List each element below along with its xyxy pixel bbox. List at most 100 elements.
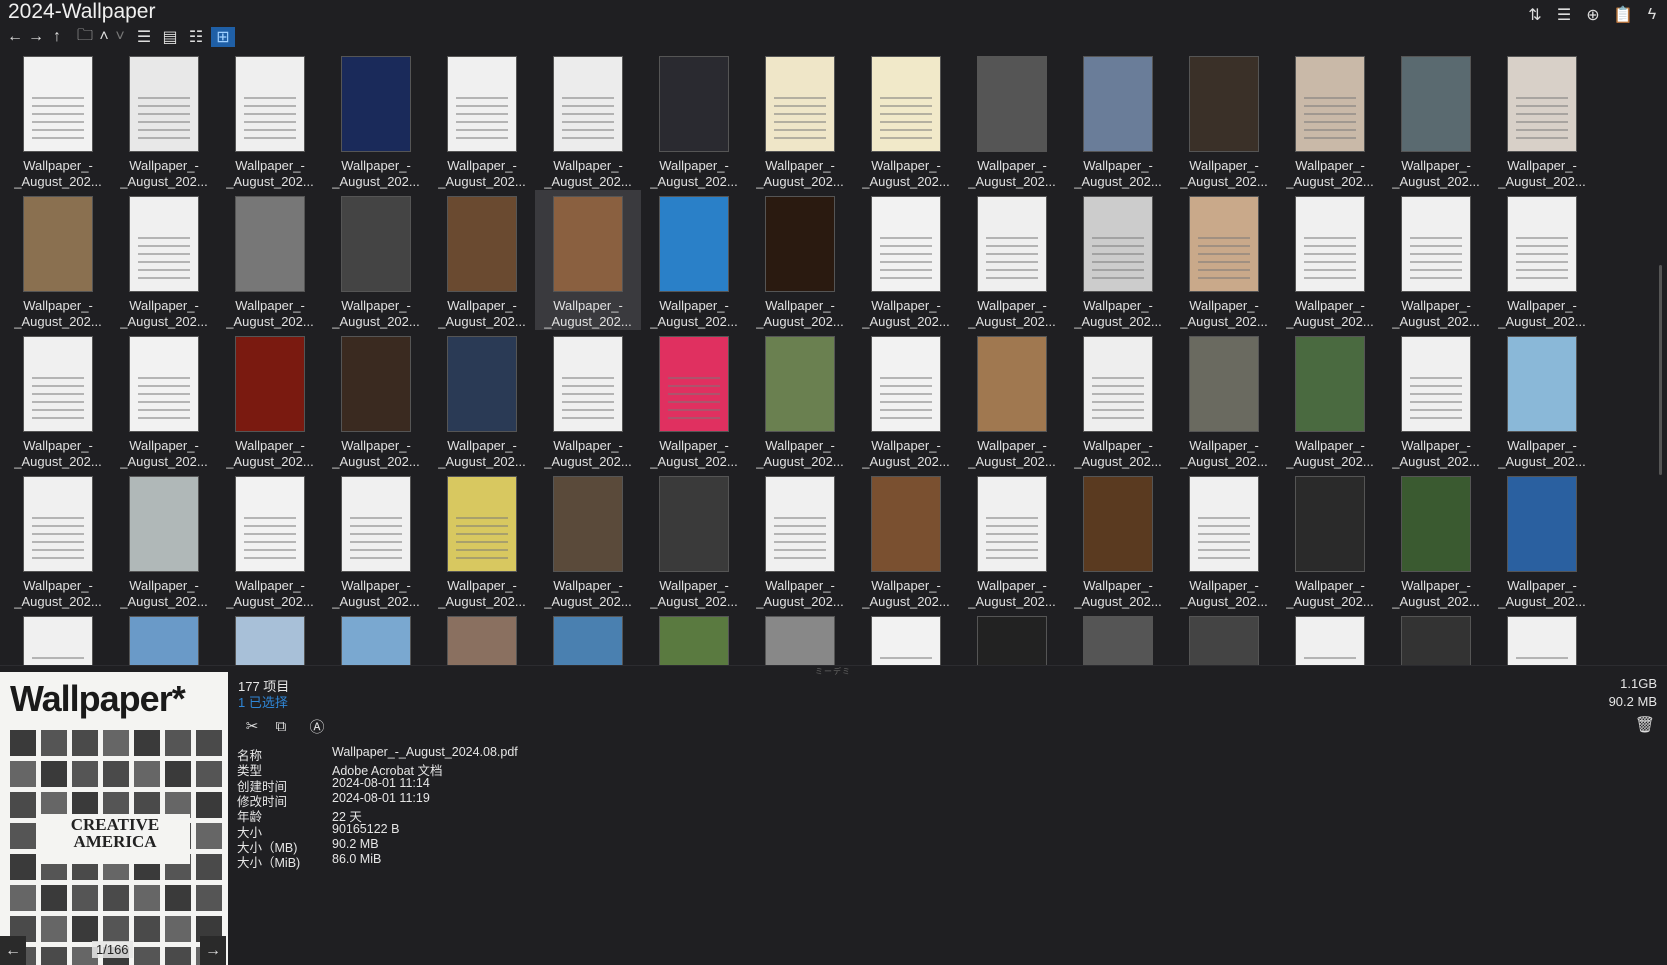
add-icon[interactable]: ⊕ — [1581, 3, 1605, 27]
sort-icon[interactable]: ⇅ — [1523, 3, 1547, 27]
thumbnail-item[interactable]: Wallpaper_-_August_202... — [535, 610, 641, 665]
folder-icon[interactable]: 🗀 — [75, 27, 95, 47]
thumbnail-item[interactable]: Wallpaper_-_August_202... — [5, 330, 111, 470]
preview-next-page-button[interactable]: → — [200, 936, 226, 965]
thumbnail-item[interactable]: Wallpaper_-_August_202... — [1065, 330, 1171, 470]
thumbnail-item[interactable]: Wallpaper_-_August_202... — [1065, 50, 1171, 190]
thumbnail-item[interactable]: Wallpaper_-_August_202... — [535, 470, 641, 610]
thumbnail-item[interactable]: Wallpaper_-_August_202... — [5, 50, 111, 190]
thumbnail-item[interactable]: Wallpaper_-_August_202... — [1065, 190, 1171, 330]
preview-prev-page-button[interactable]: ← — [0, 936, 26, 965]
up-button[interactable]: ↑ — [47, 27, 67, 47]
thumbnail-item[interactable]: Wallpaper_-_August_202... — [641, 190, 747, 330]
thumbnail-item[interactable]: Wallpaper_-_August_202... — [429, 470, 535, 610]
pdf-thumbnail — [1295, 476, 1365, 572]
view-list-button[interactable]: ☷ — [186, 27, 206, 47]
thumbnail-item[interactable]: Wallpaper_-_August_202... — [853, 330, 959, 470]
scrollbar-thumb[interactable] — [1659, 265, 1662, 475]
thumbnail-item[interactable]: Wallpaper_-_August_202... — [1383, 50, 1489, 190]
thumbnail-item[interactable]: Wallpaper_-_August_202... — [959, 470, 1065, 610]
thumbnail-item[interactable]: Wallpaper_-_August_202... — [853, 610, 959, 665]
thumbnail-item[interactable]: Wallpaper_-_August_202... — [217, 470, 323, 610]
thumbnail-item[interactable]: Wallpaper_-_August_202... — [747, 610, 853, 665]
copy-icon[interactable]: ⧉ — [269, 715, 293, 737]
thumbnail-item[interactable]: Wallpaper_-_August_202... — [1383, 610, 1489, 665]
thumbnail-item[interactable]: Wallpaper_-_August_202... — [641, 330, 747, 470]
clipboard-icon[interactable]: 📋 — [1611, 3, 1635, 27]
view-tiles-button[interactable]: ▤ — [160, 27, 180, 47]
back-button[interactable]: ← — [5, 27, 25, 47]
thumbnail-item[interactable]: Wallpaper_-_August_202... — [323, 50, 429, 190]
thumbnail-item[interactable]: Wallpaper_-_August_202... — [111, 610, 217, 665]
thumbnail-item[interactable]: Wallpaper_-_August_202... — [217, 330, 323, 470]
thumbnail-item[interactable]: Wallpaper_-_August_202... — [323, 330, 429, 470]
selected-count[interactable]: 1 已选择 — [238, 692, 288, 711]
thumbnail-item[interactable]: Wallpaper_-_August_202... — [1277, 470, 1383, 610]
pdf-thumbnail — [1083, 196, 1153, 292]
thumbnail-item[interactable]: Wallpaper_-_August_202... — [323, 470, 429, 610]
thumbnail-item[interactable]: Wallpaper_-_August_202... — [1171, 190, 1277, 330]
view-details-button[interactable]: ☰ — [134, 27, 154, 47]
view-thumbnails-button[interactable]: ⊞ — [211, 27, 235, 47]
vertical-scrollbar[interactable] — [1657, 55, 1665, 660]
thumbnail-item[interactable]: Wallpaper_-_August_202... — [429, 50, 535, 190]
thumbnail-item[interactable]: Wallpaper_-_August_202... — [1383, 470, 1489, 610]
thumbnail-item[interactable]: Wallpaper_-_August_202... — [5, 470, 111, 610]
thumbnail-item[interactable]: Wallpaper_-_August_202... — [1383, 330, 1489, 470]
thumbnail-item[interactable]: Wallpaper_-_August_202... — [959, 190, 1065, 330]
thumbnail-item[interactable]: Wallpaper_-_August_202... — [5, 610, 111, 665]
thumbnail-item[interactable]: Wallpaper_-_August_202... — [429, 610, 535, 665]
thumbnail-item[interactable]: Wallpaper_-_August_202... — [747, 190, 853, 330]
thumbnail-item[interactable]: Wallpaper_-_August_202... — [853, 190, 959, 330]
rename-icon[interactable]: Ⓐ — [305, 715, 329, 737]
thumbnail-item[interactable]: Wallpaper_-_August_202... — [1277, 50, 1383, 190]
thumbnail-item[interactable]: Wallpaper_-_August_202... — [747, 330, 853, 470]
thumbnail-item[interactable]: Wallpaper_-_August_202... — [429, 330, 535, 470]
thumbnail-item[interactable]: Wallpaper_-_August_202... — [641, 610, 747, 665]
thumbnail-item[interactable]: Wallpaper_-_August_202... — [959, 610, 1065, 665]
thumbnail-item[interactable]: Wallpaper_-_August_202... — [641, 470, 747, 610]
thumbnail-item[interactable]: Wallpaper_-_August_202... — [1171, 470, 1277, 610]
lightning-icon[interactable]: ϟ — [1640, 3, 1664, 27]
thumbnail-item[interactable]: Wallpaper_-_August_202... — [323, 610, 429, 665]
thumbnail-item[interactable]: Wallpaper_-_August_202... — [323, 190, 429, 330]
thumbnail-item[interactable]: Wallpaper_-_August_202... — [5, 190, 111, 330]
thumbnail-item[interactable]: Wallpaper_-_August_202... — [217, 50, 323, 190]
thumbnail-item[interactable]: Wallpaper_-_August_202... — [747, 50, 853, 190]
thumbnail-item[interactable]: Wallpaper_-_August_202... — [429, 190, 535, 330]
thumbnail-item[interactable]: Wallpaper_-_August_202... — [217, 190, 323, 330]
thumbnail-item[interactable]: Wallpaper_-_August_202... — [959, 330, 1065, 470]
thumbnail-item[interactable]: Wallpaper_-_August_202... — [1171, 330, 1277, 470]
thumbnail-item[interactable]: Wallpaper_-_August_202... — [1171, 610, 1277, 665]
thumbnail-item[interactable]: Wallpaper_-_August_202... — [217, 610, 323, 665]
thumbnail-item[interactable]: Wallpaper_-_August_202... — [853, 470, 959, 610]
thumbnail-item[interactable]: Wallpaper_-_August_202... — [111, 330, 217, 470]
thumbnail-item[interactable]: Wallpaper_-_August_202... — [1065, 470, 1171, 610]
thumbnail-item[interactable]: Wallpaper_-_August_202... — [1277, 330, 1383, 470]
list-icon[interactable]: ☰ — [1552, 3, 1576, 27]
thumbnail-item[interactable]: Wallpaper_-_August_202... — [853, 50, 959, 190]
thumbnail-item[interactable]: Wallpaper_-_August_202... — [111, 470, 217, 610]
thumbnail-item[interactable]: Wallpaper_-_August_202... — [1277, 190, 1383, 330]
thumbnail-item[interactable]: Wallpaper_-_August_202... — [1065, 610, 1171, 665]
trash-icon[interactable]: 🗑 — [1635, 715, 1655, 735]
thumbnail-item[interactable]: Wallpaper_-_August_202... — [535, 330, 641, 470]
thumbnail-item[interactable]: Wallpaper_-_August_202... — [111, 50, 217, 190]
thumbnail-item[interactable]: Wallpaper_-_August_202... — [1489, 330, 1595, 470]
thumbnail-item[interactable]: Wallpaper_-_August_202... — [959, 50, 1065, 190]
thumbnail-item[interactable]: Wallpaper_-_August_202... — [1489, 190, 1595, 330]
thumbnail-item[interactable]: Wallpaper_-_August_202... — [1489, 470, 1595, 610]
thumbnail-item[interactable]: Wallpaper_-_August_202... — [1489, 610, 1595, 665]
forward-button[interactable]: → — [26, 27, 46, 47]
thumbnail-item[interactable]: Wallpaper_-_August_202... — [641, 50, 747, 190]
expand-button[interactable]: ˅ — [110, 27, 130, 47]
thumbnail-item[interactable]: Wallpaper_-_August_202... — [747, 470, 853, 610]
cut-icon[interactable]: ✂ — [240, 715, 264, 737]
thumbnail-item[interactable]: Wallpaper_-_August_202... — [535, 190, 641, 330]
thumbnail-item[interactable]: Wallpaper_-_August_202... — [535, 50, 641, 190]
thumbnail-item[interactable]: Wallpaper_-_August_202... — [1171, 50, 1277, 190]
thumbnail-item[interactable]: Wallpaper_-_August_202... — [1489, 50, 1595, 190]
thumbnail-item[interactable]: Wallpaper_-_August_202... — [111, 190, 217, 330]
thumbnail-item[interactable]: Wallpaper_-_August_202... — [1383, 190, 1489, 330]
thumbnail-item[interactable]: Wallpaper_-_August_202... — [1277, 610, 1383, 665]
